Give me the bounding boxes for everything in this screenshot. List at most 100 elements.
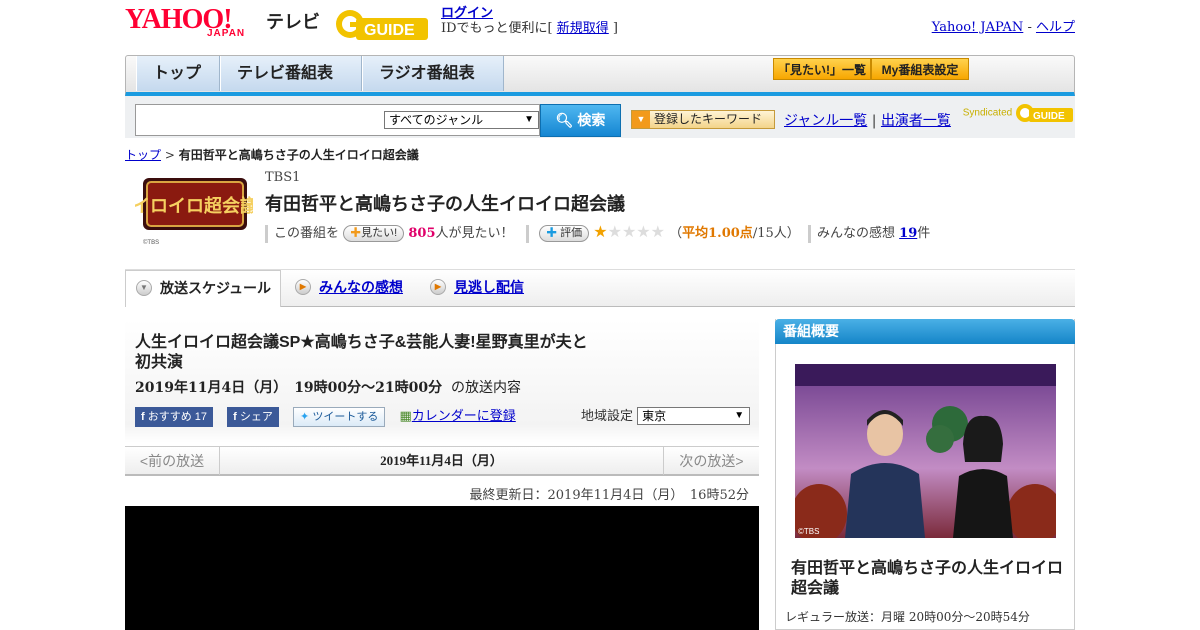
program-title: 有田哲平と高嶋ちさ子の人生イロイロ超会議 [265,194,625,214]
program-meta: この番組を ✚見たい! 805人が見たい！ ✚ 評価 ★★★★★ （平均1.00… [265,222,931,243]
chevron-right-icon: ▶ [295,279,311,295]
photo-credit: ©TBS [798,527,819,536]
program-channel: TBS1 [265,170,301,185]
mitai-button[interactable]: ✚見たい! [343,225,405,242]
episode-date-suffix: の放送内容 [451,380,522,396]
program-logo-credit: ©TBS [143,239,159,246]
prev-broadcast-button[interactable]: <前の放送 [125,447,220,475]
top-right-sep: - [1023,20,1036,35]
twitter-bird-icon: ✦ [300,410,310,423]
chevron-right-icon: ▶ [430,279,446,295]
svg-text:GUIDE: GUIDE [364,22,415,39]
mitai-list-button[interactable]: 「見たい!」一覧 [773,58,871,80]
facebook-recommend-label: おすすめ 17 [147,410,208,423]
mitai-prefix: この番組を [274,226,340,241]
tab-broadcast-schedule[interactable]: ▼ 放送スケジュール [125,270,281,307]
episode-header: 人生イロイロ超会議SP★高嶋ちさ子&芸能人妻!星野真里が夫と初共演 2019年1… [125,319,759,443]
login-box: ログイン IDでもっと便利に[ 新規取得 ] [441,6,618,36]
facebook-share-label: シェア [239,410,273,423]
breadcrumb: トップ > 有田哲平と高嶋ちさ子の人生イロイロ超会議 [125,146,419,163]
tweet-button[interactable]: ✦ ツイートする [293,406,386,427]
next-broadcast-button[interactable]: 次の放送> [663,447,759,475]
last-updated: 最終更新日：2019年11月4日（月） 16時52分 [469,488,749,503]
area-select[interactable]: 東京 ▼ [637,407,751,425]
search-button[interactable]: 🔍︎ 検索 [540,104,621,137]
plus-icon: ✚ [546,227,558,239]
syndicated-text: Syndicated [962,107,1013,119]
area-select-value: 東京 [642,409,667,423]
meta-separator [525,224,529,243]
tab-missed-streaming[interactable]: ▶ 見逃し配信 [420,270,524,307]
episode-title: 人生イロイロ超会議SP★高嶋ちさ子&芸能人妻!星野真里が夫と初共演 [135,334,588,371]
signup-link[interactable]: 新規取得 [557,21,609,36]
sidebar-heading: 番組概要 [775,319,1075,344]
breadcrumb-top[interactable]: トップ [125,148,161,162]
yahoo-japan-logo[interactable]: YAHOO! JAPAN [125,6,261,42]
dropdown-arrow-icon: ▼ [524,114,534,125]
top-right-links: Yahoo! JAPAN - ヘルプ [932,16,1075,35]
nav-tab-tv-schedule[interactable]: テレビ番組表 [220,56,362,91]
impressions-label: みんなの感想 [817,226,896,241]
sidebar-program-title: 有田哲平と高嶋ちさ子の人生イロイロ超会議 [791,560,1064,597]
chevron-down-icon: ▼ [136,280,152,296]
genre-select-value: すべてのジャンル [389,113,484,127]
search-band: すべてのジャンル ▼ 🔍︎ 検索 ▼ 登録したキーワード ジャンル一覧 | 出演者一… [125,96,1075,138]
registered-keyword-button[interactable]: ▼ 登録したキーワード [631,110,775,129]
breadcrumb-sep: > [161,148,179,162]
program-logo-text: イロイロ超会議 [135,195,253,216]
triangle-down-icon: ▼ [632,111,650,128]
login-sub-suffix: ] [608,21,618,36]
dropdown-arrow-icon: ▼ [734,410,745,421]
gguide-logo[interactable]: GUIDE [334,6,434,42]
tab-missed-streaming-link[interactable]: 見逃し配信 [454,279,524,295]
meta-separator [808,224,812,243]
tab-broadcast-schedule-label: 放送スケジュール [160,280,272,296]
rating-count: /15人） [752,226,800,241]
calendar-icon: ▦ [399,409,412,424]
facebook-icon: f [141,410,145,423]
breadcrumb-current: 有田哲平と高嶋ちさ子の人生イロイロ超会議 [178,148,419,162]
yahoo-japan-link[interactable]: Yahoo! JAPAN [932,20,1024,35]
program-logo: イロイロ超会議 ©TBS [132,170,258,248]
episode-date: 2019年11月4日（月） 19時00分～21時00分 [135,380,443,396]
program-subtabs: ▼ 放送スケジュール ▶ みんなの感想 ▶ 見逃し配信 [125,269,1075,307]
rate-button-label: 評価 [560,227,583,239]
mitai-count: 805 [408,226,436,241]
tweet-label: ツイートする [312,410,379,423]
facebook-recommend-button[interactable]: f おすすめ 17 [135,406,214,427]
star-empty-icon: ★★★★ [607,222,665,241]
program-overview-sidebar: 番組概要 ©TBS 有田哲平と高嶋ちさ子の人生イロイロ超会議 レギュラー放送：月… [775,319,1075,630]
area-setting: 地域設定 東京 ▼ [581,405,751,425]
genre-list-link[interactable]: ジャンル一覧 [784,113,867,129]
band-divider: | [871,113,877,129]
nav-tab-top[interactable]: トップ [136,56,220,91]
rate-button[interactable]: ✚ 評価 [539,225,590,242]
login-link[interactable]: ログイン [441,6,493,21]
registered-keyword-label: 登録したキーワード [654,112,763,126]
impressions-count-link[interactable]: 19 [899,226,917,241]
tab-impressions-link[interactable]: みんなの感想 [319,279,403,295]
login-sub-prefix: IDでもっと便利に[ [441,21,557,36]
episode-date-line: 2019年11月4日（月） 19時00分～21時00分 の放送内容 [135,377,521,397]
program-photo: ©TBS [795,364,1056,538]
video-player[interactable] [125,506,759,630]
episode-panel: 人生イロイロ超会議SP★高嶋ちさ子&芸能人妻!星野真里が夫と初共演 2019年1… [125,319,759,630]
my-schedule-button[interactable]: My番組表設定 [871,58,969,80]
band-links: ジャンル一覧 | 出演者一覧 [784,110,951,130]
search-button-label: 検索 [577,112,606,128]
calendar-register-link[interactable]: カレンダーに登録 [412,409,516,424]
regular-broadcast: レギュラー放送：月曜 20時00分～20時54分 [785,610,1030,624]
share-bar: f おすすめ 17 f シェア ✦ ツイートする ▦カレンダーに登録 [135,405,516,427]
facebook-share-button[interactable]: f シェア [227,406,279,427]
help-link[interactable]: ヘルプ [1036,20,1075,35]
nav-tab-radio-schedule[interactable]: ラジオ番組表 [362,56,504,91]
impressions-suffix: 件 [917,226,931,241]
genre-select[interactable]: すべてのジャンル ▼ [384,111,539,129]
meta-separator [265,224,268,243]
pager-current-date: 2019年11月4日（月） [380,453,503,468]
tab-impressions[interactable]: ▶ みんなの感想 [285,270,403,307]
mitai-button-label: 見たい! [361,227,398,239]
performer-list-link[interactable]: 出演者一覧 [881,113,951,129]
mitai-suffix: 人が見たい！ [435,226,514,241]
tv-service-name[interactable]: テレビ [266,8,320,34]
